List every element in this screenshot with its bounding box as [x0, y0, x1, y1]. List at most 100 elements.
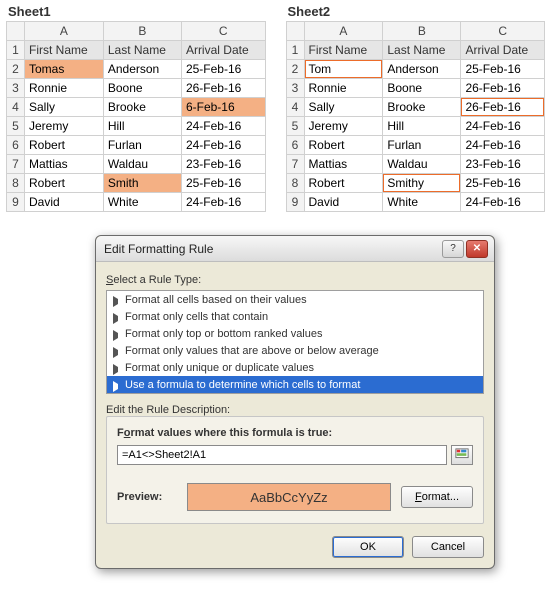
- col-header[interactable]: C: [461, 22, 545, 41]
- cell[interactable]: Sally: [25, 98, 104, 117]
- cell[interactable]: Jeremy: [304, 117, 383, 136]
- cell[interactable]: Robert: [304, 174, 383, 193]
- dialog-titlebar[interactable]: Edit Formatting Rule ? ✕: [96, 236, 494, 262]
- close-button[interactable]: ✕: [466, 240, 488, 258]
- row-header[interactable]: 5: [7, 117, 25, 136]
- col-header[interactable]: A: [25, 22, 104, 41]
- sheet2-grid[interactable]: A B C 1First NameLast NameArrival Date 2T…: [286, 21, 546, 212]
- cell[interactable]: White: [103, 193, 181, 212]
- cell[interactable]: Smithy: [383, 174, 461, 193]
- row-header[interactable]: 1: [286, 41, 304, 60]
- col-header[interactable]: B: [103, 22, 181, 41]
- sheet2-block: Sheet2 A B C 1First NameLast NameArrival…: [286, 4, 546, 212]
- row-header[interactable]: 9: [7, 193, 25, 212]
- cell[interactable]: David: [304, 193, 383, 212]
- cell[interactable]: Boone: [383, 79, 461, 98]
- cell[interactable]: Tom: [304, 60, 383, 79]
- cell[interactable]: David: [25, 193, 104, 212]
- cell[interactable]: Furlan: [103, 136, 181, 155]
- select-all-corner[interactable]: [286, 22, 304, 41]
- rule-type-item[interactable]: Format all cells based on their values: [107, 291, 483, 308]
- sheet1-grid[interactable]: A B C 1First NameLast NameArrival Date 2T…: [6, 21, 266, 212]
- row-header[interactable]: 5: [286, 117, 304, 136]
- cell[interactable]: Hill: [383, 117, 461, 136]
- range-select-icon: [455, 448, 469, 462]
- row-header[interactable]: 7: [7, 155, 25, 174]
- row-header[interactable]: 4: [7, 98, 25, 117]
- cell[interactable]: Mattias: [304, 155, 383, 174]
- help-button[interactable]: ?: [442, 240, 464, 258]
- table-header-cell[interactable]: Arrival Date: [461, 41, 545, 60]
- row-header[interactable]: 2: [7, 60, 25, 79]
- row-header[interactable]: 9: [286, 193, 304, 212]
- select-rule-type-label: Select a Rule Type:: [106, 274, 484, 286]
- cell[interactable]: 24-Feb-16: [181, 193, 265, 212]
- row-header[interactable]: 8: [7, 174, 25, 193]
- table-header-cell[interactable]: Last Name: [103, 41, 181, 60]
- row-header[interactable]: 6: [286, 136, 304, 155]
- table-header-cell[interactable]: Arrival Date: [181, 41, 265, 60]
- cell[interactable]: 6-Feb-16: [181, 98, 265, 117]
- cell[interactable]: 25-Feb-16: [461, 174, 545, 193]
- cell[interactable]: 23-Feb-16: [461, 155, 545, 174]
- select-all-corner[interactable]: [7, 22, 25, 41]
- rule-type-item[interactable]: Format only top or bottom ranked values: [107, 325, 483, 342]
- cell[interactable]: 26-Feb-16: [461, 79, 545, 98]
- cell[interactable]: 26-Feb-16: [181, 79, 265, 98]
- formula-input[interactable]: [117, 445, 447, 465]
- cell[interactable]: Brooke: [383, 98, 461, 117]
- row-header[interactable]: 4: [286, 98, 304, 117]
- cell[interactable]: 24-Feb-16: [181, 117, 265, 136]
- cell[interactable]: Robert: [304, 136, 383, 155]
- format-button[interactable]: Format...: [401, 486, 473, 508]
- table-header-cell[interactable]: First Name: [25, 41, 104, 60]
- rule-type-item[interactable]: Format only values that are above or bel…: [107, 342, 483, 359]
- row-header[interactable]: 3: [7, 79, 25, 98]
- row-header[interactable]: 2: [286, 60, 304, 79]
- rule-type-item[interactable]: Use a formula to determine which cells t…: [107, 376, 483, 393]
- rule-type-item[interactable]: Format only cells that contain: [107, 308, 483, 325]
- cell[interactable]: Anderson: [383, 60, 461, 79]
- cell[interactable]: Ronnie: [304, 79, 383, 98]
- col-header[interactable]: B: [383, 22, 461, 41]
- row-header[interactable]: 7: [286, 155, 304, 174]
- cell[interactable]: Brooke: [103, 98, 181, 117]
- cell[interactable]: 25-Feb-16: [181, 60, 265, 79]
- table-header-cell[interactable]: First Name: [304, 41, 383, 60]
- ok-button[interactable]: OK: [332, 536, 404, 558]
- cell[interactable]: Jeremy: [25, 117, 104, 136]
- cell[interactable]: Furlan: [383, 136, 461, 155]
- cell[interactable]: Sally: [304, 98, 383, 117]
- cell[interactable]: Tomas: [25, 60, 104, 79]
- cell[interactable]: 24-Feb-16: [461, 117, 545, 136]
- table-header-cell[interactable]: Last Name: [383, 41, 461, 60]
- row-header[interactable]: 1: [7, 41, 25, 60]
- cell[interactable]: 25-Feb-16: [181, 174, 265, 193]
- cell[interactable]: Robert: [25, 136, 104, 155]
- cell[interactable]: Mattias: [25, 155, 104, 174]
- col-header[interactable]: C: [181, 22, 265, 41]
- rule-type-list[interactable]: Format all cells based on their valuesFo…: [106, 290, 484, 394]
- cell[interactable]: Ronnie: [25, 79, 104, 98]
- rule-type-item[interactable]: Format only unique or duplicate values: [107, 359, 483, 376]
- cell[interactable]: 24-Feb-16: [461, 193, 545, 212]
- cell[interactable]: 26-Feb-16: [461, 98, 545, 117]
- cell[interactable]: Hill: [103, 117, 181, 136]
- cell[interactable]: 24-Feb-16: [181, 136, 265, 155]
- cell[interactable]: Anderson: [103, 60, 181, 79]
- cell[interactable]: Smith: [103, 174, 181, 193]
- cell[interactable]: Waldau: [103, 155, 181, 174]
- col-header[interactable]: A: [304, 22, 383, 41]
- cell[interactable]: 25-Feb-16: [461, 60, 545, 79]
- row-header[interactable]: 3: [286, 79, 304, 98]
- cell[interactable]: 23-Feb-16: [181, 155, 265, 174]
- cell[interactable]: Boone: [103, 79, 181, 98]
- cell[interactable]: White: [383, 193, 461, 212]
- row-header[interactable]: 6: [7, 136, 25, 155]
- cell[interactable]: Waldau: [383, 155, 461, 174]
- collapse-dialog-button[interactable]: [451, 445, 473, 465]
- cell[interactable]: Robert: [25, 174, 104, 193]
- cancel-button[interactable]: Cancel: [412, 536, 484, 558]
- row-header[interactable]: 8: [286, 174, 304, 193]
- cell[interactable]: 24-Feb-16: [461, 136, 545, 155]
